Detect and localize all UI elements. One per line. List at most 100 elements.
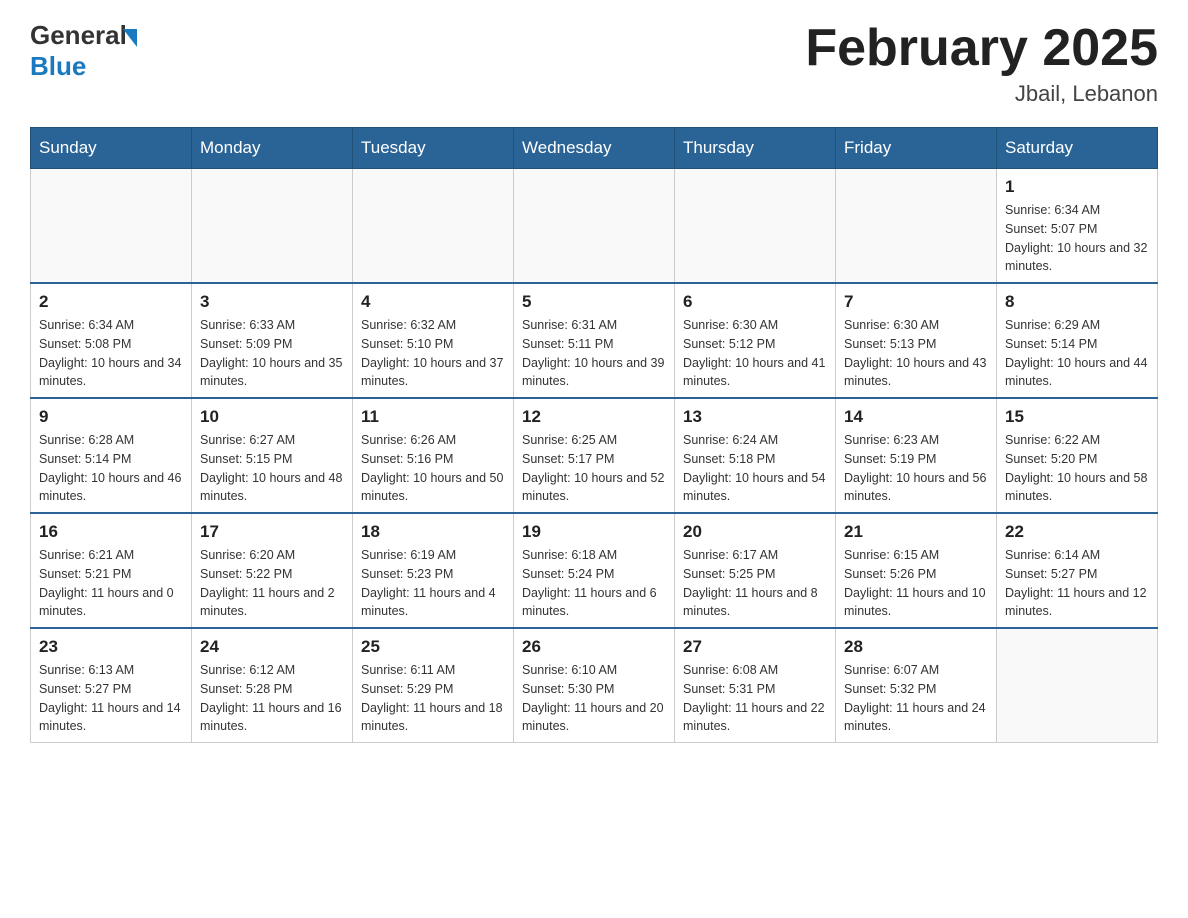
day-info: Sunrise: 6:34 AMSunset: 5:08 PMDaylight:… [39,316,183,391]
day-info: Sunrise: 6:24 AMSunset: 5:18 PMDaylight:… [683,431,827,506]
calendar-day-cell: 5 Sunrise: 6:31 AMSunset: 5:11 PMDaylight… [514,283,675,398]
day-number: 6 [683,292,827,312]
calendar-header-row: SundayMondayTuesdayWednesdayThursdayFrid… [31,128,1158,169]
day-number: 14 [844,407,988,427]
day-number: 21 [844,522,988,542]
day-number: 25 [361,637,505,657]
day-info: Sunrise: 6:21 AMSunset: 5:21 PMDaylight:… [39,546,183,621]
calendar-day-cell [192,169,353,284]
day-number: 16 [39,522,183,542]
day-number: 28 [844,637,988,657]
calendar-day-cell: 28 Sunrise: 6:07 AMSunset: 5:32 PMDayligh… [836,628,997,743]
day-info: Sunrise: 6:07 AMSunset: 5:32 PMDaylight:… [844,661,988,736]
calendar-day-cell: 4 Sunrise: 6:32 AMSunset: 5:10 PMDaylight… [353,283,514,398]
day-number: 15 [1005,407,1149,427]
day-number: 20 [683,522,827,542]
calendar-day-cell: 24 Sunrise: 6:12 AMSunset: 5:28 PMDayligh… [192,628,353,743]
calendar-day-cell: 17Sunrise: 6:20 AMSunset: 5:22 PMDayligh… [192,513,353,628]
calendar-day-cell: 3 Sunrise: 6:33 AMSunset: 5:09 PMDaylight… [192,283,353,398]
day-info: Sunrise: 6:30 AMSunset: 5:12 PMDaylight:… [683,316,827,391]
day-number: 19 [522,522,666,542]
day-number: 23 [39,637,183,657]
day-info: Sunrise: 6:10 AMSunset: 5:30 PMDaylight:… [522,661,666,736]
day-info: Sunrise: 6:25 AMSunset: 5:17 PMDaylight:… [522,431,666,506]
calendar-day-cell: 9Sunrise: 6:28 AMSunset: 5:14 PMDaylight… [31,398,192,513]
calendar-day-cell: 15 Sunrise: 6:22 AMSunset: 5:20 PMDayligh… [997,398,1158,513]
day-number: 8 [1005,292,1149,312]
day-info: Sunrise: 6:19 AMSunset: 5:23 PMDaylight:… [361,546,505,621]
day-info: Sunrise: 6:29 AMSunset: 5:14 PMDaylight:… [1005,316,1149,391]
logo: General Blue [30,20,137,82]
day-info: Sunrise: 6:22 AMSunset: 5:20 PMDaylight:… [1005,431,1149,506]
day-number: 9 [39,407,183,427]
day-of-week-header: Thursday [675,128,836,169]
day-of-week-header: Monday [192,128,353,169]
day-number: 27 [683,637,827,657]
day-info: Sunrise: 6:23 AMSunset: 5:19 PMDaylight:… [844,431,988,506]
calendar-day-cell [836,169,997,284]
day-info: Sunrise: 6:11 AMSunset: 5:29 PMDaylight:… [361,661,505,736]
calendar-week-row: 1Sunrise: 6:34 AMSunset: 5:07 PMDaylight… [31,169,1158,284]
calendar-day-cell [997,628,1158,743]
calendar-day-cell: 16 Sunrise: 6:21 AMSunset: 5:21 PMDayligh… [31,513,192,628]
calendar-week-row: 23 Sunrise: 6:13 AMSunset: 5:27 PMDayligh… [31,628,1158,743]
day-number: 2 [39,292,183,312]
day-info: Sunrise: 6:12 AMSunset: 5:28 PMDaylight:… [200,661,344,736]
day-info: Sunrise: 6:32 AMSunset: 5:10 PMDaylight:… [361,316,505,391]
day-of-week-header: Wednesday [514,128,675,169]
calendar-day-cell: 1Sunrise: 6:34 AMSunset: 5:07 PMDaylight… [997,169,1158,284]
title-block: February 2025 Jbail, Lebanon [805,20,1158,107]
calendar-day-cell: 21 Sunrise: 6:15 AMSunset: 5:26 PMDayligh… [836,513,997,628]
day-info: Sunrise: 6:33 AMSunset: 5:09 PMDaylight:… [200,316,344,391]
day-info: Sunrise: 6:27 AMSunset: 5:15 PMDaylight:… [200,431,344,506]
calendar-day-cell: 19 Sunrise: 6:18 AMSunset: 5:24 PMDayligh… [514,513,675,628]
calendar-day-cell: 10 Sunrise: 6:27 AMSunset: 5:15 PMDayligh… [192,398,353,513]
day-info: Sunrise: 6:34 AMSunset: 5:07 PMDaylight:… [1005,201,1149,276]
calendar-day-cell [514,169,675,284]
logo-triangle-icon [123,29,137,47]
logo-general-text: General [30,20,127,51]
day-info: Sunrise: 6:31 AMSunset: 5:11 PMDaylight:… [522,316,666,391]
day-number: 10 [200,407,344,427]
day-info: Sunrise: 6:08 AMSunset: 5:31 PMDaylight:… [683,661,827,736]
calendar-day-cell: 6 Sunrise: 6:30 AMSunset: 5:12 PMDaylight… [675,283,836,398]
day-info: Sunrise: 6:14 AMSunset: 5:27 PMDaylight:… [1005,546,1149,621]
day-number: 12 [522,407,666,427]
calendar-table: SundayMondayTuesdayWednesdayThursdayFrid… [30,127,1158,743]
day-info: Sunrise: 6:17 AMSunset: 5:25 PMDaylight:… [683,546,827,621]
day-number: 4 [361,292,505,312]
calendar-day-cell: 13 Sunrise: 6:24 AMSunset: 5:18 PMDayligh… [675,398,836,513]
day-number: 24 [200,637,344,657]
calendar-day-cell: 18 Sunrise: 6:19 AMSunset: 5:23 PMDayligh… [353,513,514,628]
calendar-day-cell: 7 Sunrise: 6:30 AMSunset: 5:13 PMDaylight… [836,283,997,398]
calendar-day-cell: 25 Sunrise: 6:11 AMSunset: 5:29 PMDayligh… [353,628,514,743]
day-of-week-header: Friday [836,128,997,169]
month-title: February 2025 [805,20,1158,77]
page-header: General Blue February 2025 Jbail, Lebano… [30,20,1158,107]
day-number: 18 [361,522,505,542]
day-number: 17 [200,522,344,542]
day-number: 7 [844,292,988,312]
calendar-day-cell: 8 Sunrise: 6:29 AMSunset: 5:14 PMDaylight… [997,283,1158,398]
calendar-day-cell [353,169,514,284]
day-number: 13 [683,407,827,427]
day-number: 22 [1005,522,1149,542]
calendar-day-cell: 27 Sunrise: 6:08 AMSunset: 5:31 PMDayligh… [675,628,836,743]
calendar-week-row: 2 Sunrise: 6:34 AMSunset: 5:08 PMDaylight… [31,283,1158,398]
day-of-week-header: Tuesday [353,128,514,169]
day-info: Sunrise: 6:13 AMSunset: 5:27 PMDaylight:… [39,661,183,736]
day-number: 3 [200,292,344,312]
day-number: 5 [522,292,666,312]
logo-blue-text: Blue [30,51,86,81]
calendar-day-cell: 20 Sunrise: 6:17 AMSunset: 5:25 PMDayligh… [675,513,836,628]
day-info: Sunrise: 6:18 AMSunset: 5:24 PMDaylight:… [522,546,666,621]
day-info: Sunrise: 6:26 AMSunset: 5:16 PMDaylight:… [361,431,505,506]
calendar-week-row: 9Sunrise: 6:28 AMSunset: 5:14 PMDaylight… [31,398,1158,513]
calendar-day-cell: 26 Sunrise: 6:10 AMSunset: 5:30 PMDayligh… [514,628,675,743]
calendar-day-cell: 12 Sunrise: 6:25 AMSunset: 5:17 PMDayligh… [514,398,675,513]
calendar-day-cell: 11Sunrise: 6:26 AMSunset: 5:16 PMDayligh… [353,398,514,513]
calendar-day-cell [31,169,192,284]
day-number: 26 [522,637,666,657]
day-info: Sunrise: 6:30 AMSunset: 5:13 PMDaylight:… [844,316,988,391]
day-info: Sunrise: 6:15 AMSunset: 5:26 PMDaylight:… [844,546,988,621]
